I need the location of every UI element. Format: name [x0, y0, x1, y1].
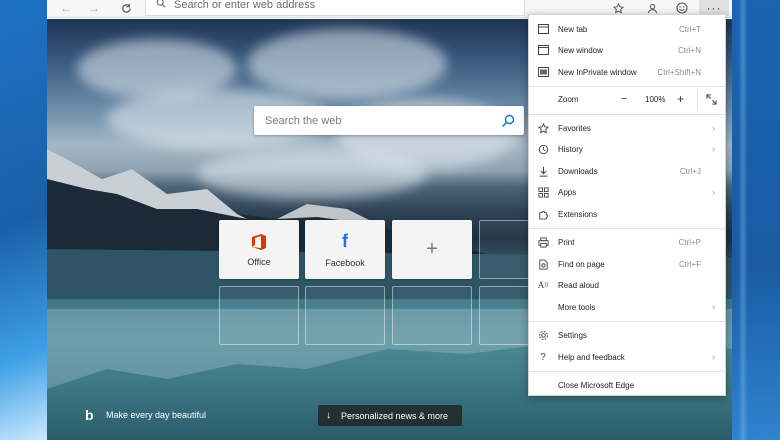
menu-item-more-tools[interactable]: More tools › [529, 296, 725, 318]
menu-item-new-window[interactable]: New window Ctrl+N [529, 39, 725, 61]
top-site-tile-office[interactable]: Office [219, 220, 299, 279]
arrow-down-icon: ↓ [326, 410, 331, 421]
menu-item-label: Downloads [558, 166, 598, 176]
menu-item-label: More tools [558, 302, 596, 312]
menu-item-label: Help and feedback [558, 352, 625, 362]
menu-separator [529, 228, 725, 229]
menu-item-help-and-feedback[interactable]: ? Help and feedback › [529, 346, 725, 368]
question-mark-icon: ? [540, 351, 546, 363]
menu-shortcut: Ctrl+P [678, 237, 701, 247]
menu-item-label: Read aloud [558, 280, 599, 290]
chevron-right-icon: › [712, 302, 715, 312]
menu-item-favorites[interactable]: Favorites › [529, 117, 725, 139]
zoom-in-button[interactable]: + [677, 92, 684, 106]
menu-item-label: Zoom [558, 95, 579, 104]
download-icon [537, 165, 549, 177]
add-icon: + [426, 238, 438, 260]
facebook-icon: f [342, 231, 348, 251]
menu-item-find-on-page[interactable]: Find on page Ctrl+F [529, 253, 725, 275]
office-icon [252, 233, 266, 250]
menu-item-settings[interactable]: Settings [529, 324, 725, 346]
chevron-right-icon: › [712, 144, 715, 154]
address-bar[interactable]: Search or enter web address [145, 0, 525, 16]
news-button-label: Personalized news & more [341, 410, 449, 421]
menu-item-extensions[interactable]: Extensions [529, 203, 725, 225]
search-icon [156, 0, 166, 11]
fullscreen-icon[interactable] [706, 94, 717, 105]
menu-item-print[interactable]: Print Ctrl+P [529, 231, 725, 253]
gear-icon [537, 329, 549, 341]
zoom-out-button[interactable]: − [621, 93, 627, 105]
menu-shortcut: Ctrl+N [678, 45, 701, 55]
menu-item-read-aloud[interactable]: A)) Read aloud [529, 274, 725, 296]
bing-tagline[interactable]: Make every day beautiful [106, 410, 206, 420]
forward-icon[interactable]: → [83, 0, 105, 16]
menu-item-label: History [558, 144, 583, 154]
settings-menu: New tab Ctrl+T New window Ctrl+N New InP… [528, 14, 726, 396]
menu-item-label: Close Microsoft Edge [558, 380, 635, 390]
menu-shortcut: Ctrl+Shift+N [657, 67, 701, 77]
menu-item-label: Favorites [558, 123, 591, 133]
print-icon [537, 236, 549, 248]
desktop-background-left [0, 0, 47, 440]
menu-item-label: Apps [558, 187, 577, 197]
web-search-box[interactable]: Search the web [254, 106, 524, 135]
browser-window: ← → Search or enter web address ··· Sear… [47, 0, 732, 440]
cloud-shape [247, 29, 447, 99]
empty-tile [305, 286, 385, 345]
puzzle-piece-icon [537, 208, 549, 220]
read-aloud-icon: A)) [537, 280, 549, 290]
menu-shortcut: Ctrl+T [679, 24, 701, 34]
menu-shortcut: Ctrl+J [679, 166, 701, 176]
empty-tile [392, 286, 472, 345]
personalized-news-button[interactable]: ↓ Personalized news & more [318, 405, 462, 426]
chevron-right-icon: › [712, 187, 715, 197]
menu-separator [529, 114, 725, 115]
refresh-icon[interactable] [115, 0, 137, 16]
menu-shortcut: Ctrl+F [679, 259, 701, 269]
find-icon [537, 258, 549, 270]
apps-icon [537, 186, 549, 198]
menu-item-label: Extensions [558, 209, 598, 219]
menu-item-downloads[interactable]: Downloads Ctrl+J [529, 160, 725, 182]
menu-item-label: Print [558, 237, 575, 247]
top-site-tile-facebook[interactable]: f Facebook [305, 220, 385, 279]
search-icon[interactable] [500, 113, 516, 129]
search-input[interactable]: Search the web [265, 115, 500, 127]
back-icon[interactable]: ← [55, 0, 77, 16]
tile-label: Facebook [325, 258, 365, 268]
menu-item-history[interactable]: History › [529, 138, 725, 160]
inprivate-icon [537, 66, 549, 78]
menu-separator [529, 86, 725, 87]
menu-separator [529, 321, 725, 322]
menu-item-zoom: Zoom − 100% + [529, 89, 725, 111]
menu-item-apps[interactable]: Apps › [529, 181, 725, 203]
menu-item-new-inprivate-window[interactable]: New InPrivate window Ctrl+Shift+N [529, 61, 725, 83]
menu-item-label: New tab [558, 24, 588, 34]
desktop-background-right [732, 0, 780, 440]
menu-item-close-edge[interactable]: Close Microsoft Edge [529, 374, 725, 396]
menu-item-label: Find on page [558, 259, 605, 269]
chevron-right-icon: › [712, 123, 715, 133]
menu-separator [529, 371, 725, 372]
zoom-level: 100% [645, 95, 666, 104]
add-site-tile[interactable]: + [392, 220, 472, 279]
new-tab-icon [537, 23, 549, 35]
empty-tile [219, 286, 299, 345]
star-icon [537, 122, 549, 134]
history-icon [537, 143, 549, 155]
new-window-icon [537, 44, 549, 56]
menu-item-label: Settings [558, 330, 587, 340]
menu-separator [697, 89, 698, 111]
address-placeholder: Search or enter web address [174, 0, 316, 11]
menu-item-new-tab[interactable]: New tab Ctrl+T [529, 18, 725, 40]
menu-item-label: New window [558, 45, 603, 55]
menu-item-label: New InPrivate window [558, 67, 637, 77]
bing-logo-icon[interactable]: b [85, 407, 94, 423]
chevron-right-icon: › [712, 352, 715, 362]
tile-label: Office [247, 256, 271, 267]
